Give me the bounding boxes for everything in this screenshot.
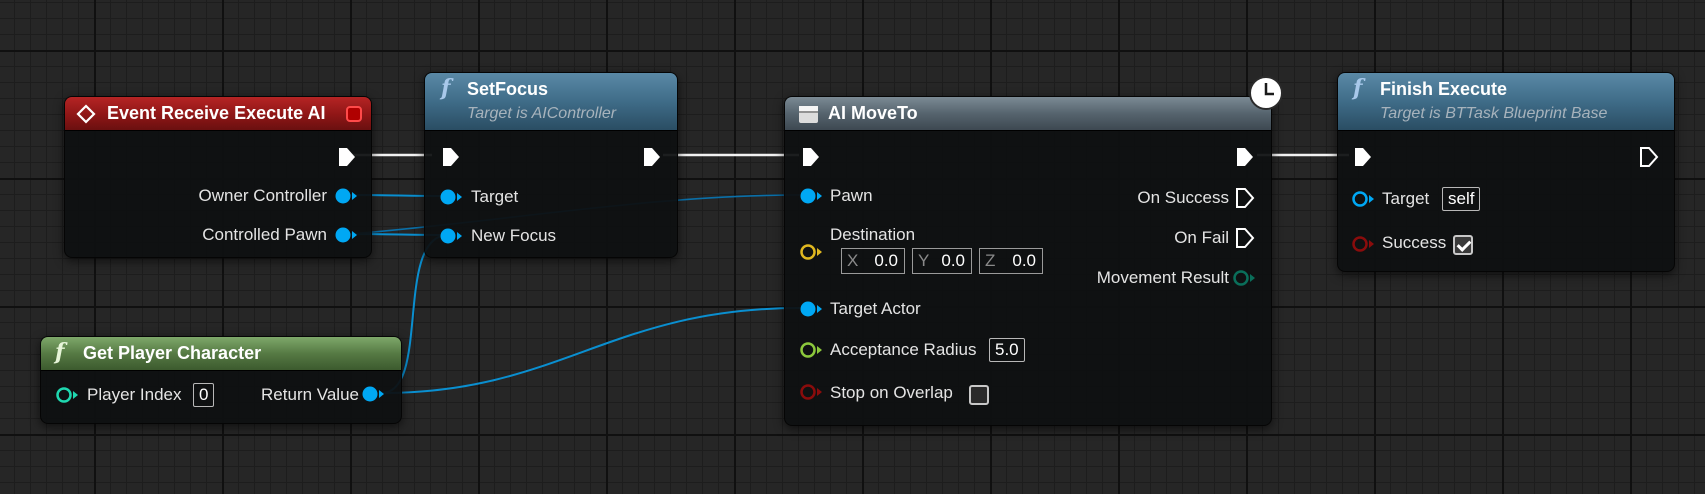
target-label: Target — [471, 187, 519, 206]
on-fail-pin[interactable] — [1233, 226, 1257, 250]
stop-on-overlap-pin[interactable] — [798, 381, 824, 403]
data-wire — [381, 307, 801, 394]
acceptance-radius-label: Acceptance Radius — [830, 340, 977, 359]
stop-on-overlap-checkbox[interactable] — [969, 385, 989, 405]
exec-in-pin[interactable] — [799, 145, 823, 169]
pawn-label: Pawn — [830, 186, 873, 205]
function-icon: f — [441, 75, 451, 101]
exec-out-pin-empty[interactable] — [1637, 145, 1661, 169]
get-player-character-node[interactable]: f Get Player Character Player Index 0 Re… — [40, 336, 402, 424]
node-subtitle: Target is BTTask Blueprint Base — [1380, 105, 1608, 122]
target-actor-label: Target Actor — [830, 299, 921, 318]
movement-result-pin[interactable] — [1231, 267, 1257, 289]
exec-in-pin[interactable] — [1351, 145, 1375, 169]
node-subtitle: Target is AIController — [467, 105, 617, 122]
event-diamond-icon — [76, 104, 96, 124]
new-focus-label: New Focus — [471, 226, 557, 245]
target-self-field[interactable]: self — [1442, 187, 1481, 211]
node-title: AI MoveTo — [828, 103, 918, 123]
target-pin[interactable] — [1350, 188, 1376, 210]
node-title: Event Receive Execute AI — [107, 103, 326, 123]
success-checkbox[interactable] — [1453, 235, 1473, 255]
stop-on-overlap-label: Stop on Overlap — [830, 383, 953, 402]
controlled-pawn-pin[interactable] — [333, 224, 359, 246]
owner-controller-pin[interactable] — [333, 185, 359, 207]
finish-execute-node[interactable]: f Finish Execute Target is BTTask Bluepr… — [1337, 72, 1675, 272]
node-header[interactable]: Event Receive Execute AI — [65, 97, 371, 131]
destination-label: Destination — [830, 225, 916, 244]
on-success-label: On Success — [1137, 188, 1229, 207]
movement-result-label: Movement Result — [1096, 268, 1229, 287]
ai-moveto-node[interactable]: AI MoveTo Pawn On Success Destination X0… — [784, 76, 1283, 426]
on-success-pin[interactable] — [1233, 186, 1257, 210]
destination-z-field[interactable]: Z 0.0 — [979, 248, 1043, 274]
destination-x-field[interactable]: X 0.0 — [841, 248, 905, 274]
acceptance-radius-field[interactable]: 5.0 — [989, 338, 1025, 362]
node-header[interactable]: f Finish Execute Target is BTTask Bluepr… — [1338, 73, 1674, 131]
exec-out-pin[interactable] — [640, 145, 664, 169]
player-index-label: Player Index — [87, 385, 182, 404]
target-actor-pin[interactable] — [798, 298, 824, 320]
new-focus-pin[interactable] — [438, 225, 464, 247]
function-icon: f — [55, 339, 65, 365]
player-index-pin[interactable] — [54, 384, 80, 406]
pawn-pin[interactable] — [798, 185, 824, 207]
target-pin[interactable] — [438, 186, 464, 208]
exec-out-pin[interactable] — [335, 145, 359, 169]
node-title: SetFocus — [467, 79, 549, 99]
delegate-square-icon[interactable] — [345, 105, 363, 123]
exec-in-pin[interactable] — [439, 145, 463, 169]
destination-y-field[interactable]: Y 0.0 — [912, 248, 972, 274]
function-icon: f — [1353, 75, 1363, 101]
controlled-pawn-label: Controlled Pawn — [202, 225, 327, 244]
clock-icon — [1249, 76, 1283, 110]
acceptance-radius-pin[interactable] — [798, 339, 824, 361]
node-header[interactable]: f Get Player Character — [41, 337, 401, 371]
node-header[interactable]: f SetFocus Target is AIController — [425, 73, 677, 131]
on-fail-label: On Fail — [1174, 228, 1229, 247]
exec-out-pin[interactable] — [1233, 145, 1257, 169]
success-label: Success — [1382, 233, 1447, 252]
node-title: Get Player Character — [83, 343, 262, 363]
player-index-field[interactable]: 0 — [193, 383, 215, 407]
return-value-pin[interactable] — [360, 383, 386, 405]
owner-controller-label: Owner Controller — [198, 186, 328, 205]
event-receive-execute-ai-node[interactable]: Event Receive Execute AI Owner Controlle… — [64, 96, 372, 258]
set-focus-node[interactable]: f SetFocus Target is AIController Target… — [424, 72, 678, 258]
success-pin[interactable] — [1350, 233, 1376, 255]
node-header[interactable]: AI MoveTo — [785, 97, 1271, 131]
latent-node-icon — [799, 106, 818, 123]
target-label: Target — [1382, 189, 1430, 208]
return-value-label: Return Value — [261, 385, 359, 404]
node-title: Finish Execute — [1380, 79, 1508, 99]
destination-pin[interactable] — [798, 241, 824, 263]
